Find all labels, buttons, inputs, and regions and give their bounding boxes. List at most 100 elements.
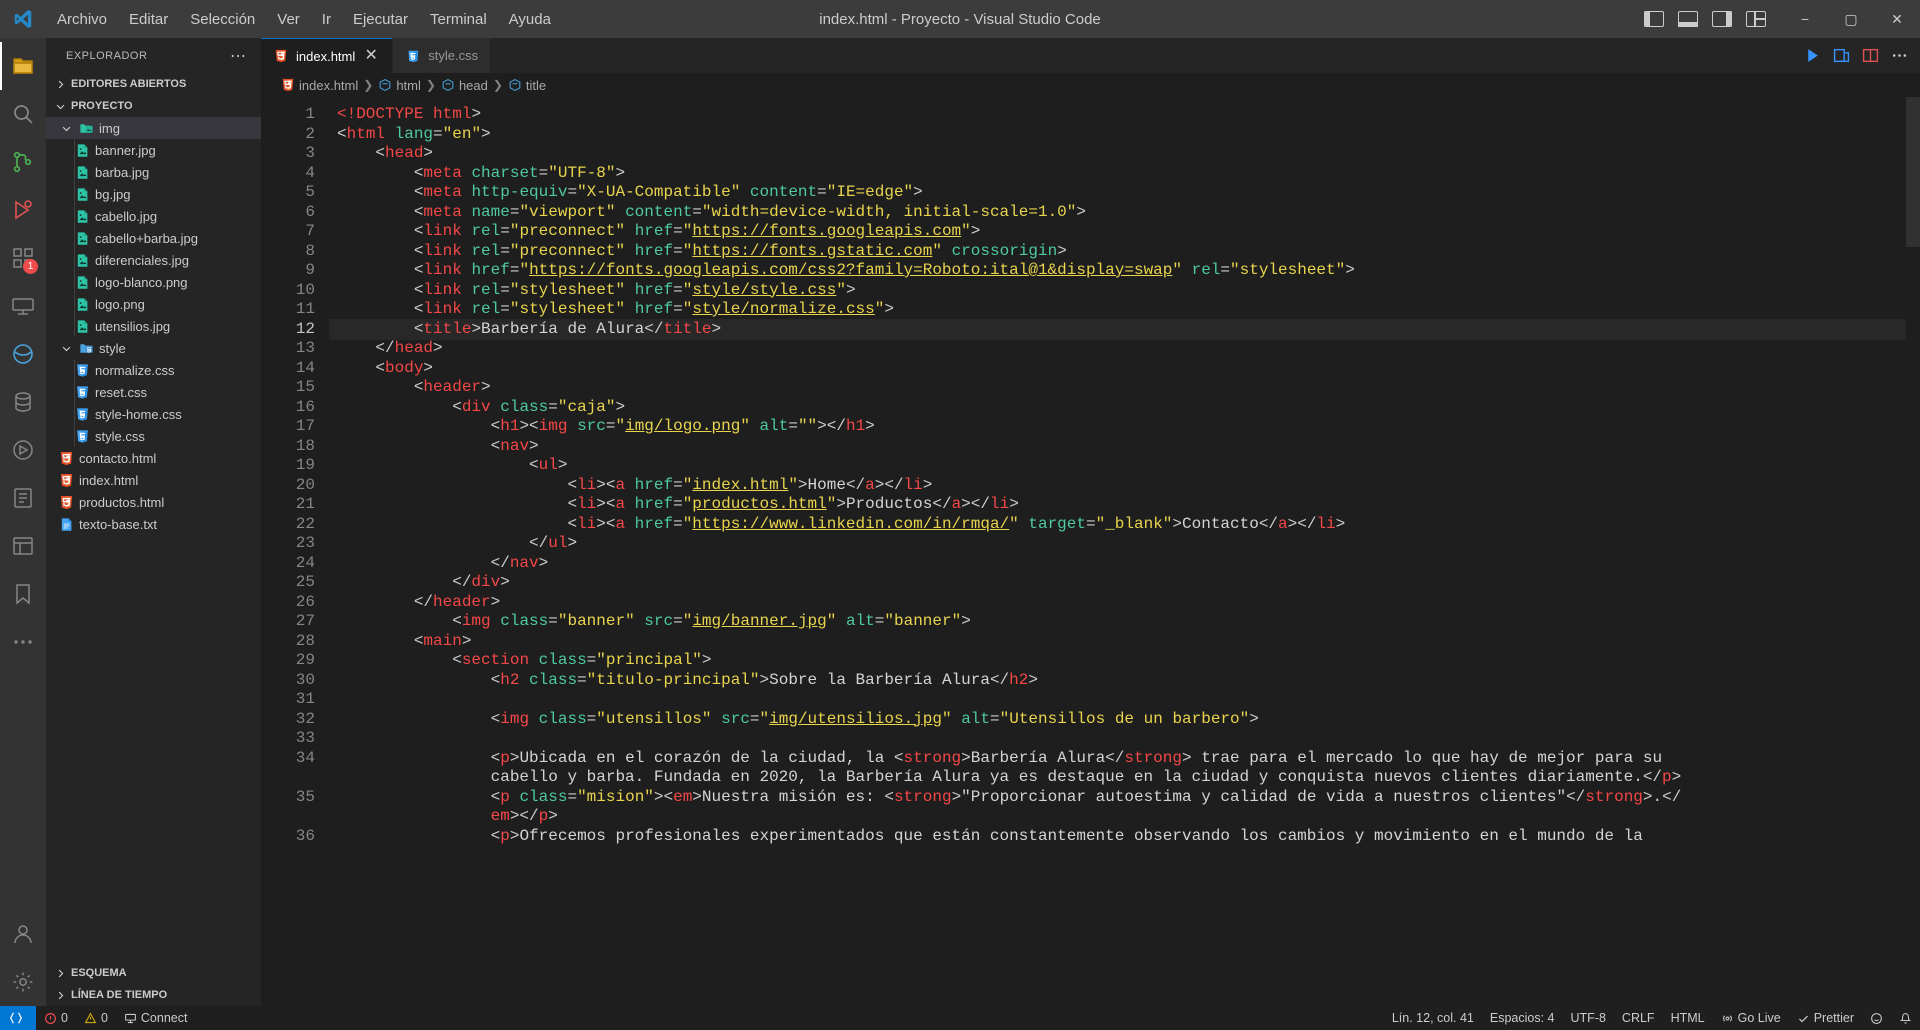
run-preview-icon[interactable]: [1804, 47, 1821, 64]
code-line[interactable]: <link rel="preconnect" href="https://fon…: [329, 242, 1920, 262]
more-actions-icon[interactable]: [1891, 47, 1908, 64]
activitybar-more-actions-icon[interactable]: [0, 618, 46, 666]
tree-file-cabello-barba-jpg[interactable]: cabello+barba.jpg: [46, 227, 261, 249]
code-line[interactable]: <img class="banner" src="img/banner.jpg"…: [329, 612, 1920, 632]
tree-file-banner-jpg[interactable]: banner.jpg: [46, 139, 261, 161]
status-indentation[interactable]: Espacios: 4: [1482, 1006, 1563, 1030]
sidebar-section-timeline[interactable]: LÍNEA DE TIEMPO: [46, 984, 261, 1006]
remote-indicator[interactable]: [0, 1006, 36, 1030]
tree-file-bg-jpg[interactable]: bg.jpg: [46, 183, 261, 205]
toggle-primary-sidebar-icon[interactable]: [1644, 11, 1664, 27]
status-cursor-position[interactable]: Lín. 12, col. 41: [1384, 1006, 1482, 1030]
code-line[interactable]: <h2 class="titulo-principal">Sobre la Ba…: [329, 671, 1920, 691]
menu-bar[interactable]: Archivo Editar Selección Ver Ir Ejecutar…: [46, 7, 562, 32]
menu-terminal[interactable]: Terminal: [419, 7, 498, 32]
activitybar-extensions-icon[interactable]: 1: [0, 234, 46, 282]
activitybar-explorer-icon[interactable]: [0, 42, 46, 90]
breadcrumb-item-head[interactable]: head: [441, 78, 488, 93]
status-problems-errors[interactable]: 0: [36, 1006, 76, 1030]
tree-file-style-home-css[interactable]: style-home.css: [46, 403, 261, 425]
sidebar-more-actions-icon[interactable]: ⋯: [224, 46, 253, 66]
code-line[interactable]: <meta http-equiv="X-UA-Compatible" conte…: [329, 183, 1920, 203]
code-line[interactable]: [329, 729, 1920, 749]
sidebar-section-open-editors[interactable]: EDITORES ABIERTOS: [46, 73, 261, 95]
activitybar-edge-tools-icon[interactable]: [0, 330, 46, 378]
code-line[interactable]: <head>: [329, 144, 1920, 164]
code-content[interactable]: <!DOCTYPE html> <html lang="en"> <head> <…: [329, 97, 1920, 1006]
activitybar-source-control-icon[interactable]: [0, 138, 46, 186]
sidebar-section-project[interactable]: PROYECTO: [46, 95, 261, 117]
tree-file-texto-base-txt[interactable]: texto-base.txt: [46, 513, 261, 535]
activitybar-database-icon[interactable]: [0, 378, 46, 426]
code-line[interactable]: <p>Ubicada en el corazón de la ciudad, l…: [329, 749, 1920, 769]
code-line[interactable]: <h1><img src="img/logo.png" alt=""></h1>: [329, 417, 1920, 437]
tree-file-utensilios-jpg[interactable]: utensilios.jpg: [46, 315, 261, 337]
status-notifications[interactable]: [1891, 1006, 1920, 1030]
code-line[interactable]: <meta charset="UTF-8">: [329, 164, 1920, 184]
close-button[interactable]: ✕: [1874, 0, 1920, 38]
status-language-mode[interactable]: HTML: [1663, 1006, 1713, 1030]
tree-file-cabello-jpg[interactable]: cabello.jpg: [46, 205, 261, 227]
activitybar-accounts-icon[interactable]: [0, 910, 46, 958]
breadcrumb-item-title[interactable]: title: [508, 78, 546, 93]
code-line[interactable]: <li><a href="https://www.linkedin.com/in…: [329, 515, 1920, 535]
activitybar-search-icon[interactable]: [0, 90, 46, 138]
code-line[interactable]: </head>: [329, 339, 1920, 359]
code-line[interactable]: <meta name="viewport" content="width=dev…: [329, 203, 1920, 223]
menu-archivo[interactable]: Archivo: [46, 7, 118, 32]
code-line[interactable]: <ul>: [329, 456, 1920, 476]
editor-scrollbar[interactable]: [1906, 97, 1920, 1006]
code-line[interactable]: <div class="caja">: [329, 398, 1920, 418]
code-line[interactable]: <p class="mision"><em>Nuestra misión es:…: [329, 788, 1920, 808]
code-editor[interactable]: 1 2 3 4 5 6 7 8 9 10 11 12 13 14 15 16 17 18 19 20 21 22 23 24 2…: [261, 97, 1920, 1006]
code-line[interactable]: </ul>: [329, 534, 1920, 554]
code-line[interactable]: <img class="utensillos" src="img/utensil…: [329, 710, 1920, 730]
code-line[interactable]: </nav>: [329, 554, 1920, 574]
breadcrumb-item-html[interactable]: html: [378, 78, 421, 93]
code-line[interactable]: <p>Ofrecemos profesionales experimentado…: [329, 827, 1920, 847]
split-editor-icon[interactable]: [1862, 47, 1879, 64]
status-feedback[interactable]: [1862, 1006, 1891, 1030]
code-line[interactable]: <nav>: [329, 437, 1920, 457]
tree-file-contacto-html[interactable]: contacto.html: [46, 447, 261, 469]
tab-index-html[interactable]: index.html ✕: [261, 38, 394, 73]
activitybar-bookmarks-icon[interactable]: [0, 570, 46, 618]
tree-file-diferenciales-jpg[interactable]: diferenciales.jpg: [46, 249, 261, 271]
status-go-live[interactable]: Go Live: [1713, 1006, 1789, 1030]
tree-file-style-css[interactable]: style.css: [46, 425, 261, 447]
code-line[interactable]: <title>Barbería de Alura</title>: [329, 318, 1920, 340]
code-line[interactable]: <header>: [329, 378, 1920, 398]
tree-file-reset-css[interactable]: reset.css: [46, 381, 261, 403]
code-line[interactable]: <li><a href="productos.html">Productos</…: [329, 495, 1920, 515]
activitybar-run-debug-icon[interactable]: [0, 186, 46, 234]
tree-file-productos-html[interactable]: productos.html: [46, 491, 261, 513]
code-line[interactable]: <!DOCTYPE html>: [329, 105, 1920, 125]
menu-ver[interactable]: Ver: [266, 7, 311, 32]
menu-ayuda[interactable]: Ayuda: [498, 7, 562, 32]
menu-ir[interactable]: Ir: [311, 7, 342, 32]
activitybar-project-manager-icon[interactable]: [0, 522, 46, 570]
tree-file-barba-jpg[interactable]: barba.jpg: [46, 161, 261, 183]
code-line[interactable]: </div>: [329, 573, 1920, 593]
activitybar-live-share-icon[interactable]: [0, 426, 46, 474]
menu-ejecutar[interactable]: Ejecutar: [342, 7, 419, 32]
sidebar-section-outline[interactable]: ESQUEMA: [46, 962, 261, 984]
tree-folder-img[interactable]: img: [46, 117, 261, 139]
code-line[interactable]: <link rel="preconnect" href="https://fon…: [329, 222, 1920, 242]
code-line[interactable]: em></p>: [329, 807, 1920, 827]
code-line[interactable]: cabello y barba. Fundada en 2020, la Bar…: [329, 768, 1920, 788]
toggle-secondary-sidebar-icon[interactable]: [1712, 11, 1732, 27]
tab-style-css[interactable]: style.css: [393, 38, 492, 73]
activitybar-todo-tree-icon[interactable]: [0, 474, 46, 522]
code-line[interactable]: <link href="https://fonts.googleapis.com…: [329, 261, 1920, 281]
code-line[interactable]: <link rel="stylesheet" href="style/style…: [329, 281, 1920, 301]
open-preview-icon[interactable]: [1833, 47, 1850, 64]
minimize-button[interactable]: −: [1782, 0, 1828, 38]
code-line[interactable]: <section class="principal">: [329, 651, 1920, 671]
code-line[interactable]: <link rel="stylesheet" href="style/norma…: [329, 300, 1920, 320]
code-line[interactable]: <html lang="en">: [329, 125, 1920, 145]
status-prettier[interactable]: Prettier: [1789, 1006, 1862, 1030]
code-line[interactable]: [329, 690, 1920, 710]
status-ports[interactable]: Connect: [116, 1006, 196, 1030]
status-problems-warnings[interactable]: 0: [76, 1006, 116, 1030]
